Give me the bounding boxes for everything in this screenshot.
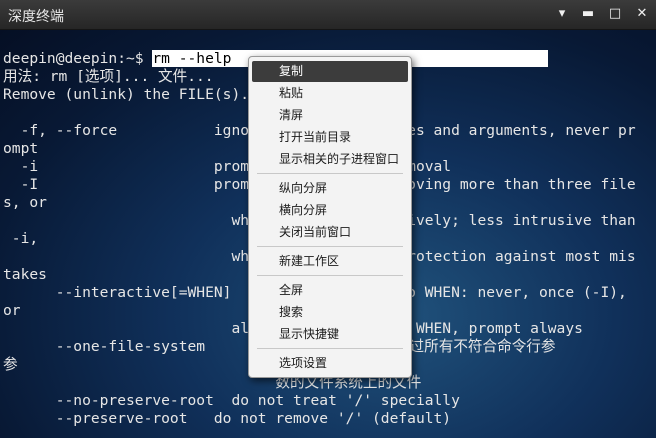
close-button[interactable]: ✕ <box>631 3 653 25</box>
output-line: -i, <box>3 230 39 247</box>
menu-item-show-subprocess-window[interactable]: 显示相关的子进程窗口 <box>252 149 408 170</box>
menu-item-open-current-directory[interactable]: 打开当前目录 <box>252 127 408 148</box>
maximize-button[interactable]: □ <box>604 3 626 25</box>
menu-item-clear[interactable]: 清屏 <box>252 105 408 126</box>
menu-button[interactable]: ▾ <box>551 3 573 25</box>
output-line: takes <box>3 266 47 283</box>
menu-item-horizontal-split[interactable]: 横向分屏 <box>252 200 408 221</box>
menu-item-settings[interactable]: 选项设置 <box>252 353 408 374</box>
output-line: ompt <box>3 140 39 157</box>
output-line: or <box>3 302 21 319</box>
output-line: s, or <box>3 194 47 211</box>
menu-separator <box>257 173 403 174</box>
menu-separator <box>257 275 403 276</box>
output-line: 参 <box>3 356 18 373</box>
menu-item-fullscreen[interactable]: 全屏 <box>252 280 408 301</box>
terminal-window: 深度终端 ▾ ▬ □ ✕ deepin@deepin:~$ rm --help … <box>0 0 656 438</box>
output-line: 用法: rm [选项]... 文件... <box>3 68 214 85</box>
menu-item-vertical-split[interactable]: 纵向分屏 <box>252 178 408 199</box>
menu-item-show-shortcuts[interactable]: 显示快捷键 <box>252 324 408 345</box>
menu-separator <box>257 246 403 247</box>
output-line: Remove (unlink) the FILE(s). <box>3 86 250 103</box>
minimize-button[interactable]: ▬ <box>577 3 599 25</box>
menu-item-search[interactable]: 搜索 <box>252 302 408 323</box>
menu-separator <box>257 348 403 349</box>
output-line: --no-preserve-root do not treat '/' spec… <box>3 392 460 409</box>
menu-item-paste[interactable]: 粘贴 <box>252 83 408 104</box>
context-menu: 复制 粘贴 清屏 打开当前目录 显示相关的子进程窗口 纵向分屏 横向分屏 关闭当… <box>248 56 412 378</box>
menu-item-copy[interactable]: 复制 <box>252 61 408 82</box>
window-title: 深度终端 <box>8 9 64 25</box>
title-bar[interactable]: 深度终端 ▾ ▬ □ ✕ <box>0 0 656 30</box>
menu-item-new-workspace[interactable]: 新建工作区 <box>252 251 408 272</box>
menu-item-close-window[interactable]: 关闭当前窗口 <box>252 222 408 243</box>
output-line: --preserve-root do not remove '/' (defau… <box>3 410 452 427</box>
prompt: deepin@deepin:~$ <box>3 50 153 67</box>
